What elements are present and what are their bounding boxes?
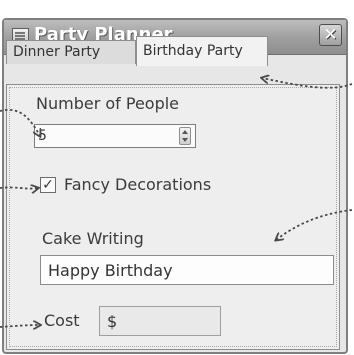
number-of-people-value: 5 [38,128,47,144]
close-button[interactable]: ✕ [319,24,342,46]
cake-writing-value: Happy Birthday [48,261,173,280]
number-of-people-label: Number of People [36,94,180,113]
fancy-decorations-label[interactable]: Fancy Decorations [64,175,211,194]
cake-writing-input[interactable]: Happy Birthday [40,255,334,285]
cost-label: Cost [44,311,80,330]
number-of-people-stepper[interactable]: 5 [34,124,196,148]
tab-birthday-party[interactable]: Birthday Party [136,36,268,66]
tab-dinner-party[interactable]: Dinner Party [6,40,136,64]
cake-writing-label: Cake Writing [42,229,144,248]
cost-value: $ [107,312,118,331]
spinner-arrows-icon[interactable] [179,127,191,145]
cost-display: $ [99,306,221,336]
fancy-decorations-checkbox[interactable]: ✓ [40,177,56,193]
